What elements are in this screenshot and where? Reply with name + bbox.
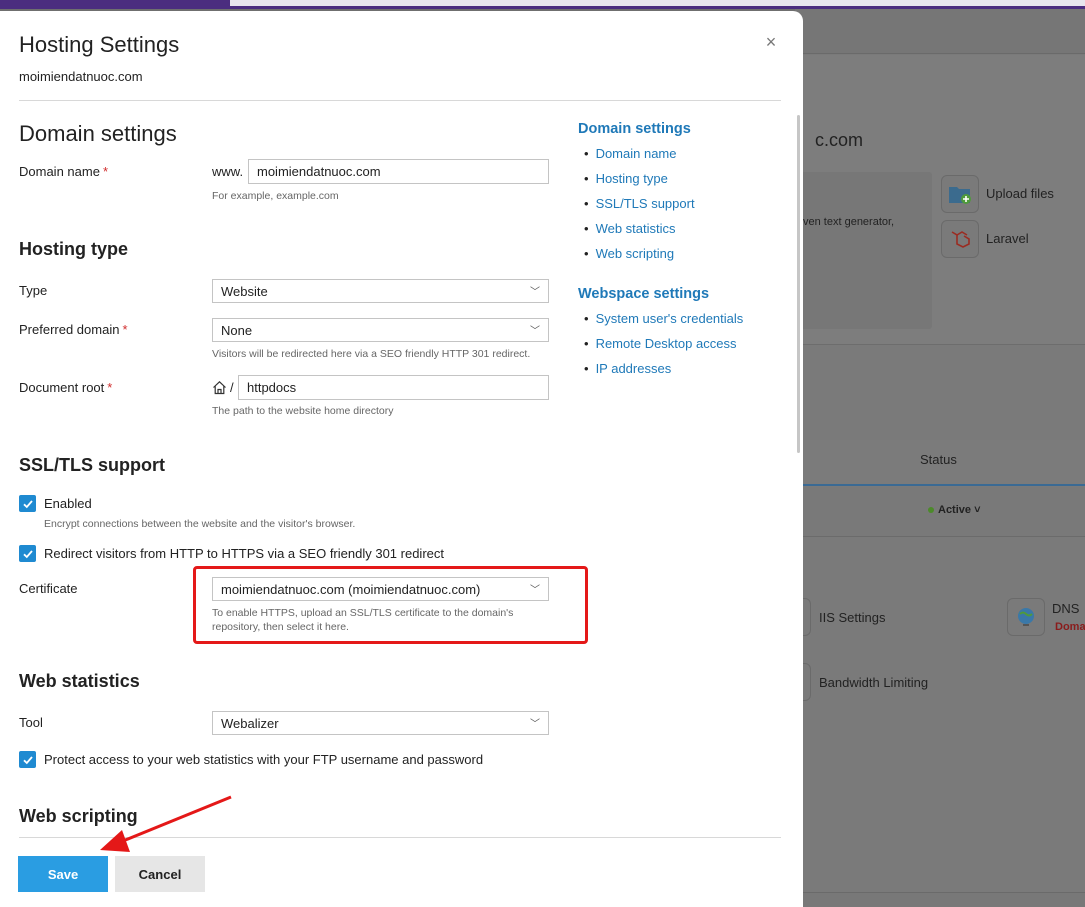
type-select[interactable]: Website ﹀ <box>212 279 549 303</box>
web-scripting-heading: Web scripting <box>19 806 138 826</box>
domain-name-input[interactable]: moimiendatnuoc.com <box>248 159 549 184</box>
ssl-enabled-label[interactable]: Enabled <box>44 496 92 511</box>
certificate-highlight-box <box>193 566 588 644</box>
chevron-down-icon: ﹀ <box>530 326 540 337</box>
scrollbar[interactable] <box>797 115 800 453</box>
domain-name-hint: For example, example.com <box>212 190 339 202</box>
upload-files-link[interactable]: Upload files <box>986 186 1054 201</box>
ssl-tls-heading: SSL/TLS support <box>19 455 165 475</box>
save-button[interactable]: Save <box>18 856 108 892</box>
protect-stats-label[interactable]: Protect access to your web statistics wi… <box>44 752 483 767</box>
ssl-enabled-hint: Encrypt connections between the website … <box>44 518 356 530</box>
status-column-header: Status <box>920 452 957 467</box>
tool-label: Tool <box>19 715 43 730</box>
background-bottom-bar <box>795 892 1085 907</box>
upload-files-icon[interactable] <box>941 175 979 213</box>
document-root-hint: The path to the website home directory <box>212 405 394 417</box>
toc-webspace-settings-link[interactable]: Webspace settings <box>578 286 709 302</box>
dns-globe-icon[interactable] <box>1007 598 1045 636</box>
close-icon[interactable]: × <box>762 33 780 51</box>
certificate-label: Certificate <box>19 581 78 596</box>
preferred-domain-select[interactable]: None ﹀ <box>212 318 549 342</box>
dialog-title: Hosting Settings <box>19 32 180 57</box>
cancel-button[interactable]: Cancel <box>115 856 205 892</box>
document-root-label: Document root * <box>19 380 113 395</box>
protect-stats-checkbox[interactable] <box>19 751 36 768</box>
status-badge[interactable]: Active ˅ <box>928 504 981 516</box>
domain-name-label: Domain name * <box>19 164 108 179</box>
laravel-link[interactable]: Laravel <box>986 231 1029 246</box>
background-header <box>795 9 1085 54</box>
check-icon <box>22 499 33 508</box>
background-domain-title: c.com <box>815 130 864 150</box>
toc-web-statistics[interactable]: • Web statistics <box>584 221 676 236</box>
dns-status: Doma <box>1055 621 1085 633</box>
hosting-type-heading: Hosting type <box>19 239 129 259</box>
home-icon <box>212 380 227 400</box>
header-divider <box>19 100 781 101</box>
www-prefix: www. <box>212 164 244 179</box>
toc-domain-name[interactable]: • Domain name <box>584 146 677 161</box>
https-redirect-checkbox[interactable] <box>19 545 36 562</box>
toc-domain-settings-link[interactable]: Domain settings <box>578 121 691 137</box>
top-bar-tab <box>230 0 1085 6</box>
toc-web-scripting[interactable]: • Web scripting <box>584 246 674 261</box>
chevron-down-icon: ﹀ <box>530 287 540 298</box>
domain-settings-heading: Domain settings <box>19 121 177 146</box>
bandwidth-limiting-link[interactable]: Bandwidth Limiting <box>819 675 928 690</box>
type-label: Type <box>19 283 48 298</box>
toc-ip-addresses[interactable]: • IP addresses <box>584 361 671 376</box>
footer-divider <box>19 837 781 838</box>
background-description-box <box>795 172 932 329</box>
check-icon <box>22 549 33 558</box>
background-description: ven text generator, <box>803 216 895 228</box>
iis-settings-link[interactable]: IIS Settings <box>819 610 885 625</box>
chevron-down-icon: ﹀ <box>530 719 540 730</box>
toc-remote-desktop[interactable]: • Remote Desktop access <box>584 336 736 351</box>
ssl-enabled-checkbox[interactable] <box>19 495 36 512</box>
document-root-separator: / <box>230 380 234 395</box>
check-icon <box>22 755 33 764</box>
document-root-input[interactable]: httpdocs <box>238 375 549 400</box>
https-redirect-label[interactable]: Redirect visitors from HTTP to HTTPS via… <box>44 546 444 561</box>
dns-link[interactable]: DNS <box>1052 601 1079 616</box>
toc-hosting-type[interactable]: • Hosting type <box>584 171 668 186</box>
toc-system-user[interactable]: • System user's credentials <box>584 311 743 326</box>
toc-ssl-tls[interactable]: • SSL/TLS support <box>584 196 695 211</box>
dialog-subtitle: moimiendatnuoc.com <box>19 69 143 84</box>
tool-select[interactable]: Webalizer ﹀ <box>212 711 549 735</box>
preferred-domain-hint: Visitors will be redirected here via a S… <box>212 348 531 360</box>
hosting-settings-dialog: Hosting Settings moimiendatnuoc.com × Do… <box>0 11 803 907</box>
laravel-icon[interactable] <box>941 220 979 258</box>
web-statistics-heading: Web statistics <box>19 671 140 691</box>
preferred-domain-label: Preferred domain * <box>19 322 128 337</box>
